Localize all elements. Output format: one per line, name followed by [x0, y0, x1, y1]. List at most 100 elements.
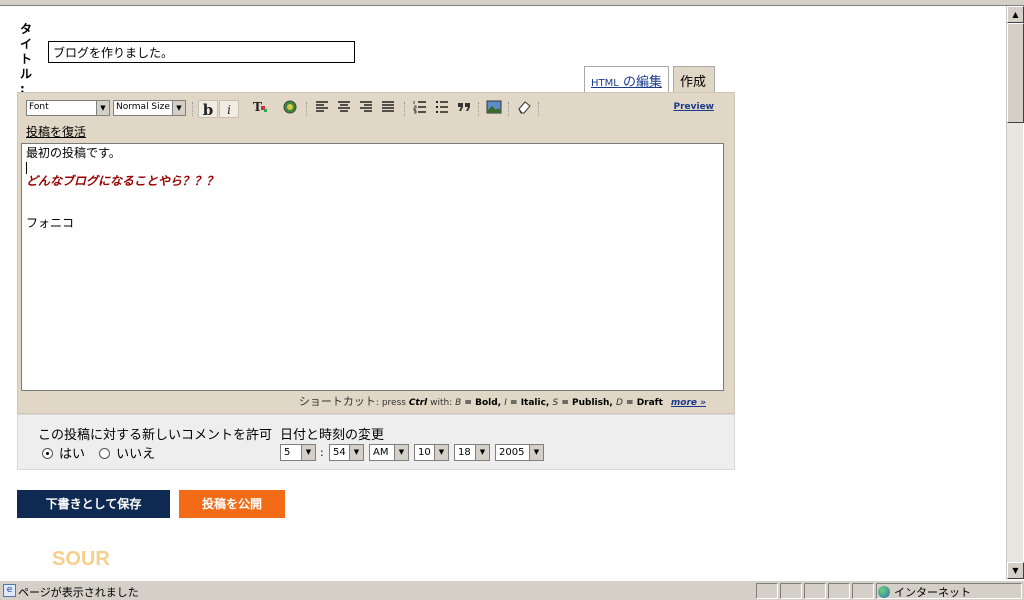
allow-comments-label: この投稿に対する新しいコメントを許可 — [38, 428, 273, 443]
text-color-button[interactable]: T — [250, 100, 270, 118]
scroll-up-arrow-icon[interactable]: ▲ — [1007, 6, 1024, 23]
post-body-textarea[interactable]: 最初の投稿です。 どんなブログになることやら？？？ フォニコ — [21, 143, 724, 391]
radio-yes-label: はい — [59, 447, 86, 462]
tab-edit-html-suffix: の編集 — [618, 75, 662, 90]
add-image-button[interactable] — [484, 100, 504, 118]
shortcut-key: D — [615, 398, 623, 408]
font-select-value: Font — [29, 102, 49, 112]
month-select[interactable]: 10 ▼ — [414, 444, 449, 461]
change-date-label: 日付と時刻の変更 — [280, 428, 385, 443]
toolbar-divider — [508, 102, 509, 116]
year-select[interactable]: 2005 ▼ — [495, 444, 544, 461]
security-zone-label: インターネット — [894, 586, 971, 599]
globe-icon — [878, 586, 890, 598]
title-input[interactable]: ブログを作りました。 — [48, 41, 355, 63]
svg-text:T: T — [253, 100, 262, 114]
remove-formatting-button[interactable] — [514, 100, 534, 118]
status-cell — [780, 583, 802, 599]
link-button[interactable] — [280, 100, 300, 118]
font-select[interactable]: Font ▼ — [26, 100, 110, 116]
tab-compose[interactable]: 作成 — [673, 66, 715, 92]
align-right-button[interactable] — [356, 100, 376, 118]
radio-no-label: いいえ — [116, 447, 156, 462]
title-label-char: ル — [20, 67, 33, 81]
toolbar-divider — [306, 102, 307, 116]
chevron-down-icon: ▼ — [475, 445, 489, 460]
preview-link[interactable]: Preview — [673, 102, 714, 112]
more-shortcuts-link[interactable]: more » — [671, 398, 706, 408]
status-cell — [828, 583, 850, 599]
browser-status-bar: e ページが表示されました インターネット — [0, 580, 1024, 600]
radio-no[interactable] — [99, 448, 111, 459]
title-label-char: タ — [20, 22, 33, 36]
window-top-edge — [0, 0, 1024, 6]
shortcut-text: = Bold, — [461, 398, 505, 408]
allow-comments-radios: はい いいえ — [42, 443, 165, 462]
bullet-list-button[interactable] — [432, 100, 452, 118]
chevron-down-icon: ▼ — [529, 445, 543, 460]
chevron-down-icon: ▼ — [394, 445, 408, 460]
align-center-button[interactable] — [334, 100, 354, 118]
shortcut-label: ショートカット — [298, 395, 376, 408]
status-cell — [852, 583, 874, 599]
title-label-char: ト — [20, 52, 33, 66]
title-label: タ イ ト ル : — [20, 22, 42, 97]
source-logo: SOUR — [52, 548, 110, 570]
hour-select[interactable]: 5 ▼ — [280, 444, 316, 461]
chevron-down-icon: ▼ — [349, 445, 363, 460]
italic-button[interactable]: i — [219, 100, 239, 118]
shortcut-help: ショートカット: press Ctrl with: B = Bold, I = … — [21, 393, 724, 409]
scroll-down-arrow-icon[interactable]: ▼ — [1007, 562, 1024, 579]
post-line: フォニコ — [26, 216, 75, 230]
day-value: 18 — [458, 447, 471, 458]
day-select[interactable]: 18 ▼ — [454, 444, 490, 461]
shortcut-text: = Publish, — [558, 398, 616, 408]
status-cell — [804, 583, 826, 599]
shortcut-ctrl: Ctrl — [408, 398, 428, 408]
text-caret — [26, 162, 27, 174]
save-draft-button[interactable]: 下書きとして保存 — [17, 490, 170, 518]
shortcut-text: = Draft — [622, 398, 663, 408]
status-message: ページが表示されました — [18, 586, 139, 599]
scrollbar-thumb[interactable] — [1007, 23, 1024, 123]
font-size-select[interactable]: Normal Size ▼ — [113, 100, 186, 116]
minute-select[interactable]: 54 ▼ — [329, 444, 364, 461]
chevron-down-icon: ▼ — [301, 445, 315, 460]
hour-value: 5 — [284, 447, 291, 458]
tab-edit-html-prefix: HTML — [591, 78, 619, 89]
toolbar-divider — [478, 102, 479, 116]
chevron-down-icon: ▼ — [172, 101, 185, 115]
vertical-scrollbar[interactable]: ▲ ▼ — [1006, 6, 1024, 579]
shortcut-text: with: — [427, 398, 456, 408]
font-size-select-value: Normal Size — [116, 102, 170, 112]
post-line-emphasis: どんなブログになることやら？？？ — [26, 174, 219, 188]
toolbar-divider — [538, 102, 539, 116]
link-globe-icon — [283, 100, 297, 114]
image-icon — [486, 100, 502, 114]
post-line: 最初の投稿です。 — [26, 146, 121, 160]
align-left-icon — [316, 101, 328, 112]
toolbar-divider — [192, 102, 193, 116]
text-color-icon: T — [253, 100, 267, 114]
publish-post-button[interactable]: 投稿を公開 — [179, 490, 285, 518]
bold-button[interactable]: b — [198, 100, 218, 119]
time-colon: : — [320, 446, 324, 459]
ampm-value: AM — [373, 447, 389, 458]
shortcut-text: : press — [375, 398, 409, 408]
numbered-list-button[interactable] — [410, 100, 430, 118]
eraser-icon — [518, 101, 531, 114]
blockquote-button[interactable] — [454, 100, 474, 118]
ampm-select[interactable]: AM ▼ — [369, 444, 409, 461]
tab-edit-html[interactable]: HTML の編集 — [584, 66, 669, 92]
numbered-list-icon — [413, 101, 426, 114]
justify-button[interactable] — [378, 100, 398, 118]
align-left-button[interactable] — [312, 100, 332, 118]
radio-yes[interactable] — [42, 448, 53, 459]
chevron-down-icon: ▼ — [434, 445, 448, 460]
toolbar-divider — [404, 102, 405, 116]
align-center-icon — [338, 101, 350, 112]
chevron-down-icon: ▼ — [96, 101, 109, 115]
status-cell — [756, 583, 778, 599]
year-value: 2005 — [499, 447, 525, 458]
restore-post-link[interactable]: 投稿を復活 — [26, 123, 86, 140]
